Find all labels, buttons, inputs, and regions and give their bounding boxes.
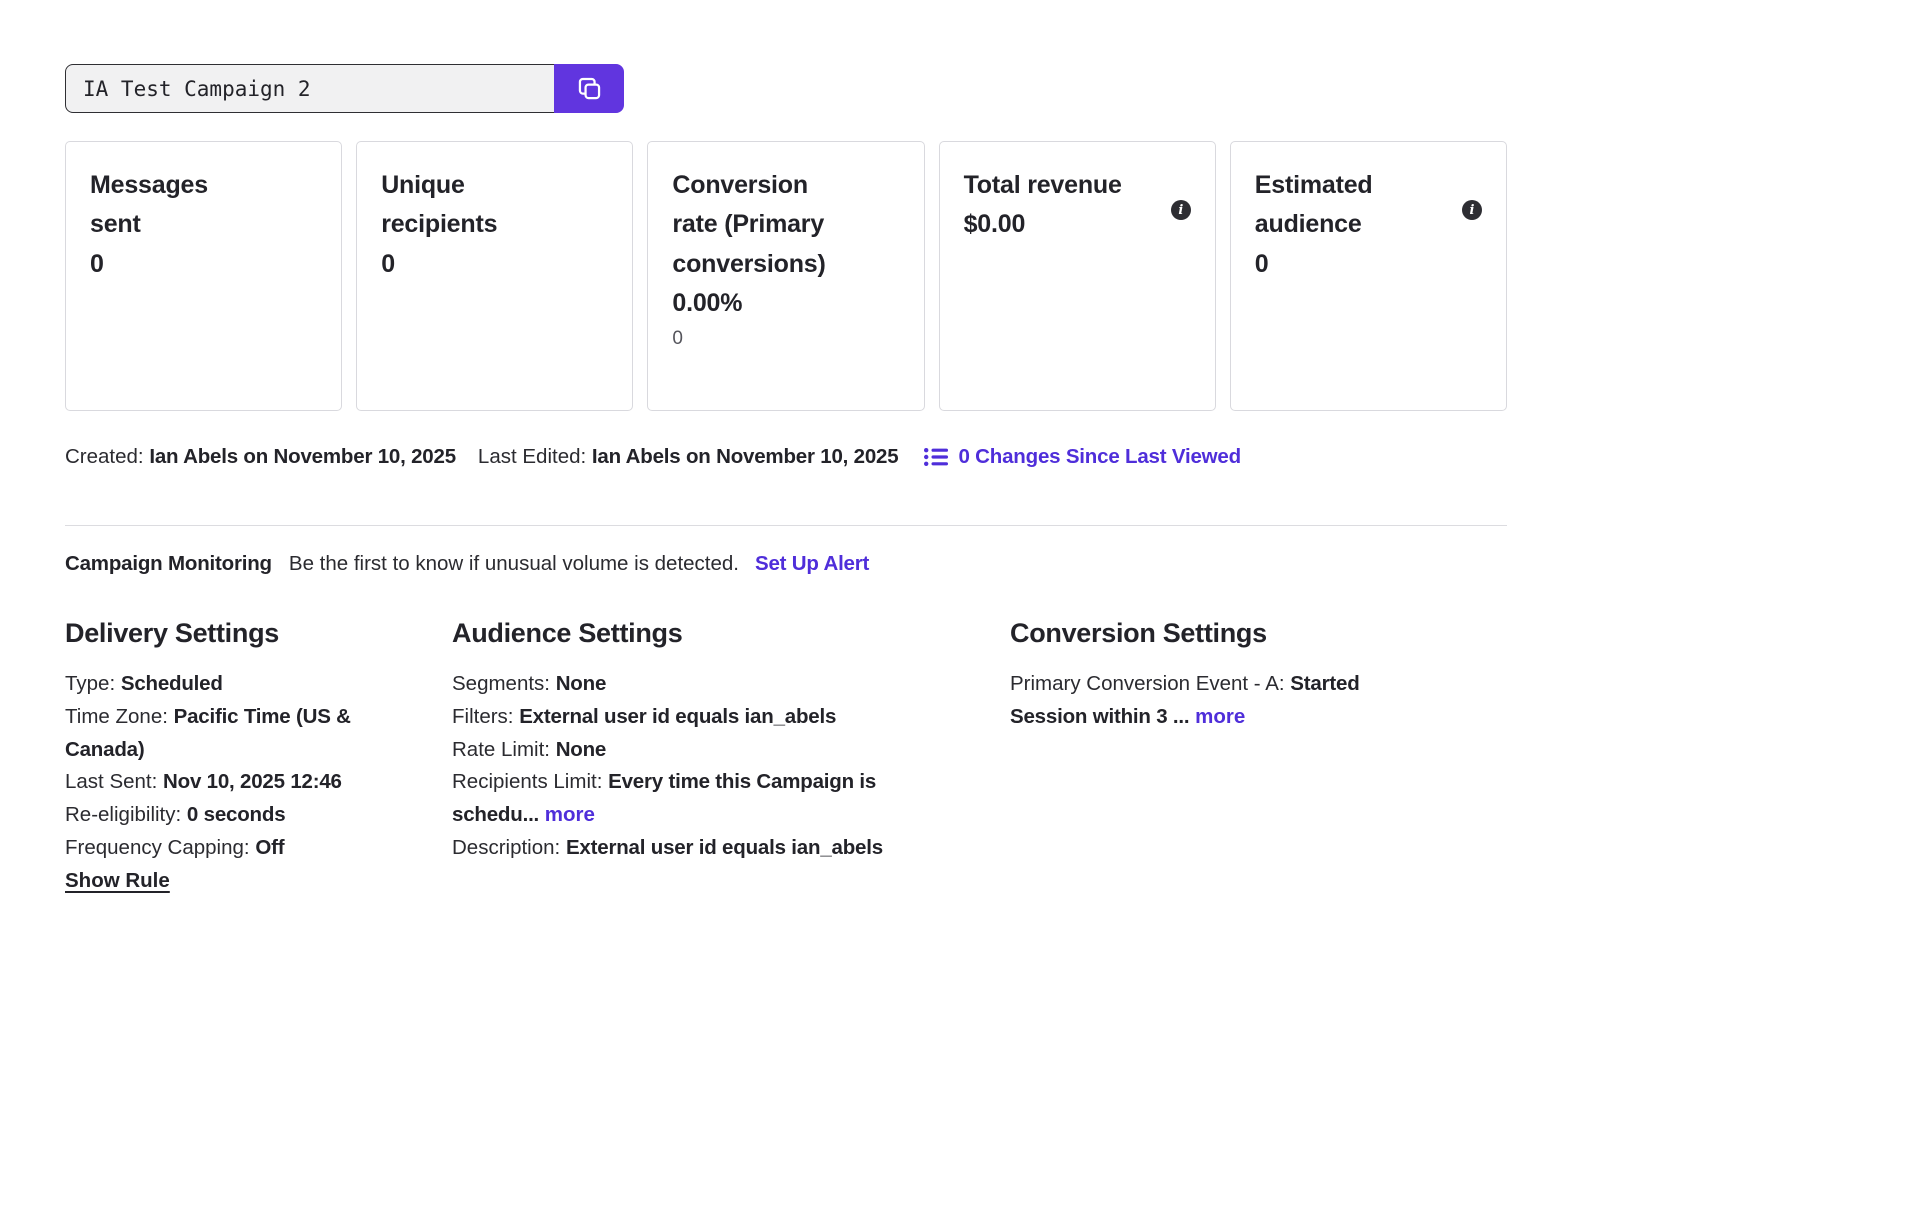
last-edited-label: Last Edited:	[478, 445, 586, 468]
stat-value: 0	[1255, 245, 1482, 284]
campaign-name-input[interactable]	[65, 64, 555, 113]
stat-secondary-value: 0	[672, 323, 899, 355]
campaign-detail-content: Messages sent 0 Unique recipients 0 Conv…	[65, 64, 1507, 898]
stats-row: Messages sent 0 Unique recipients 0 Conv…	[65, 141, 1507, 411]
audience-recipients-limit-line: Recipients Limit: Every time this Campai…	[452, 766, 928, 832]
stat-card-conversion-rate: Conversion rate (Primary conversions) 0.…	[647, 141, 924, 411]
stat-title: Total revenue	[964, 166, 1126, 205]
delivery-re-eligibility-line: Re-eligibility: 0 seconds	[65, 799, 387, 832]
delivery-settings-body: Type: Scheduled Time Zone: Pacific Time …	[65, 668, 387, 898]
audience-filters-value: External user id equals ian_abels	[519, 705, 836, 728]
set-up-alert-link[interactable]: Set Up Alert	[755, 552, 869, 576]
audience-rate-limit-label: Rate Limit:	[452, 738, 550, 761]
audience-settings-body: Segments: None Filters: External user id…	[452, 668, 928, 865]
changes-link-label: 0 Changes Since Last Viewed	[958, 445, 1240, 469]
created-label: Created:	[65, 445, 144, 468]
delivery-frequency-capping-value: Off	[255, 836, 284, 859]
changelog-list-icon	[924, 447, 948, 467]
delivery-type-label: Type:	[65, 672, 115, 695]
delivery-re-eligibility-label: Re-eligibility:	[65, 803, 181, 826]
delivery-type-line: Type: Scheduled	[65, 668, 387, 701]
stat-value: 0	[90, 245, 317, 284]
audience-rate-limit-line: Rate Limit: None	[452, 734, 928, 767]
audience-description-value: External user id equals ian_abels	[566, 836, 883, 859]
stat-title: Estimated audience	[1255, 166, 1417, 245]
stat-title: Messages sent	[90, 166, 252, 245]
stat-title: Unique recipients	[381, 166, 543, 245]
last-edited-info: Last Edited: Ian Abels on November 10, 2…	[478, 445, 899, 469]
stat-title: Conversion rate (Primary conversions)	[672, 166, 834, 284]
copy-icon	[576, 75, 603, 102]
audience-description-label: Description:	[452, 836, 560, 859]
campaign-monitoring-description: Be the first to know if unusual volume i…	[289, 552, 739, 576]
audience-filters-label: Filters:	[452, 705, 514, 728]
audience-segments-value: None	[556, 672, 606, 695]
delivery-last-sent-label: Last Sent:	[65, 770, 157, 793]
audience-settings-section: Audience Settings Segments: None Filters…	[452, 618, 1010, 898]
delivery-timezone-label: Time Zone:	[65, 705, 168, 728]
delivery-last-sent-value: Nov 10, 2025 12:46	[163, 770, 342, 793]
copy-campaign-name-button[interactable]	[554, 64, 624, 113]
last-edited-value: Ian Abels on November 10, 2025	[592, 445, 899, 468]
stat-card-total-revenue: Total revenue $0.00 i	[939, 141, 1216, 411]
changes-since-last-viewed-link[interactable]: 0 Changes Since Last Viewed	[924, 445, 1240, 469]
audience-recipients-limit-label: Recipients Limit:	[452, 770, 602, 793]
audience-segments-label: Segments:	[452, 672, 550, 695]
delivery-frequency-capping-line: Frequency Capping: Off	[65, 832, 387, 865]
delivery-settings-heading: Delivery Settings	[65, 618, 452, 649]
audience-description-line: Description: External user id equals ian…	[452, 832, 928, 865]
audience-filters-line: Filters: External user id equals ian_abe…	[452, 701, 928, 734]
campaign-monitoring-row: Campaign Monitoring Be the first to know…	[65, 552, 1507, 576]
delivery-re-eligibility-value: 0 seconds	[187, 803, 285, 826]
primary-conversion-event-more-link[interactable]: more	[1195, 705, 1245, 728]
delivery-frequency-capping-label: Frequency Capping:	[65, 836, 250, 859]
delivery-settings-section: Delivery Settings Type: Scheduled Time Z…	[65, 618, 452, 898]
audience-segments-line: Segments: None	[452, 668, 928, 701]
campaign-monitoring-title: Campaign Monitoring	[65, 552, 272, 576]
conversion-settings-section: Conversion Settings Primary Conversion E…	[1010, 618, 1507, 898]
delivery-last-sent-line: Last Sent: Nov 10, 2025 12:46	[65, 766, 387, 799]
section-divider	[65, 525, 1507, 526]
recipients-limit-more-link[interactable]: more	[545, 803, 595, 826]
primary-conversion-event-line: Primary Conversion Event - A: Started Se…	[1010, 668, 1442, 734]
info-icon[interactable]: i	[1171, 200, 1191, 220]
stat-card-estimated-audience: Estimated audience 0 i	[1230, 141, 1507, 411]
audience-rate-limit-value: None	[556, 738, 606, 761]
stat-value: $0.00	[964, 205, 1191, 244]
created-info: Created: Ian Abels on November 10, 2025	[65, 445, 456, 469]
delivery-timezone-line: Time Zone: Pacific Time (US & Canada)	[65, 701, 387, 767]
primary-conversion-event-label: Primary Conversion Event - A:	[1010, 672, 1285, 695]
audience-settings-heading: Audience Settings	[452, 618, 1010, 649]
settings-grid: Delivery Settings Type: Scheduled Time Z…	[65, 618, 1507, 898]
created-value: Ian Abels on November 10, 2025	[149, 445, 456, 468]
campaign-meta-row: Created: Ian Abels on November 10, 2025 …	[65, 445, 1507, 469]
stat-card-unique-recipients: Unique recipients 0	[356, 141, 633, 411]
stat-value: 0	[381, 245, 608, 284]
conversion-settings-body: Primary Conversion Event - A: Started Se…	[1010, 668, 1442, 734]
info-icon[interactable]: i	[1462, 200, 1482, 220]
show-rule-line: Show Rule	[65, 865, 387, 898]
campaign-detail-page: Messages sent 0 Unique recipients 0 Conv…	[0, 0, 1573, 898]
show-rule-link[interactable]: Show Rule	[65, 865, 170, 898]
conversion-settings-heading: Conversion Settings	[1010, 618, 1507, 649]
stat-card-messages-sent: Messages sent 0	[65, 141, 342, 411]
stat-value: 0.00%	[672, 284, 899, 323]
delivery-type-value: Scheduled	[121, 672, 223, 695]
campaign-name-row	[65, 64, 1507, 113]
